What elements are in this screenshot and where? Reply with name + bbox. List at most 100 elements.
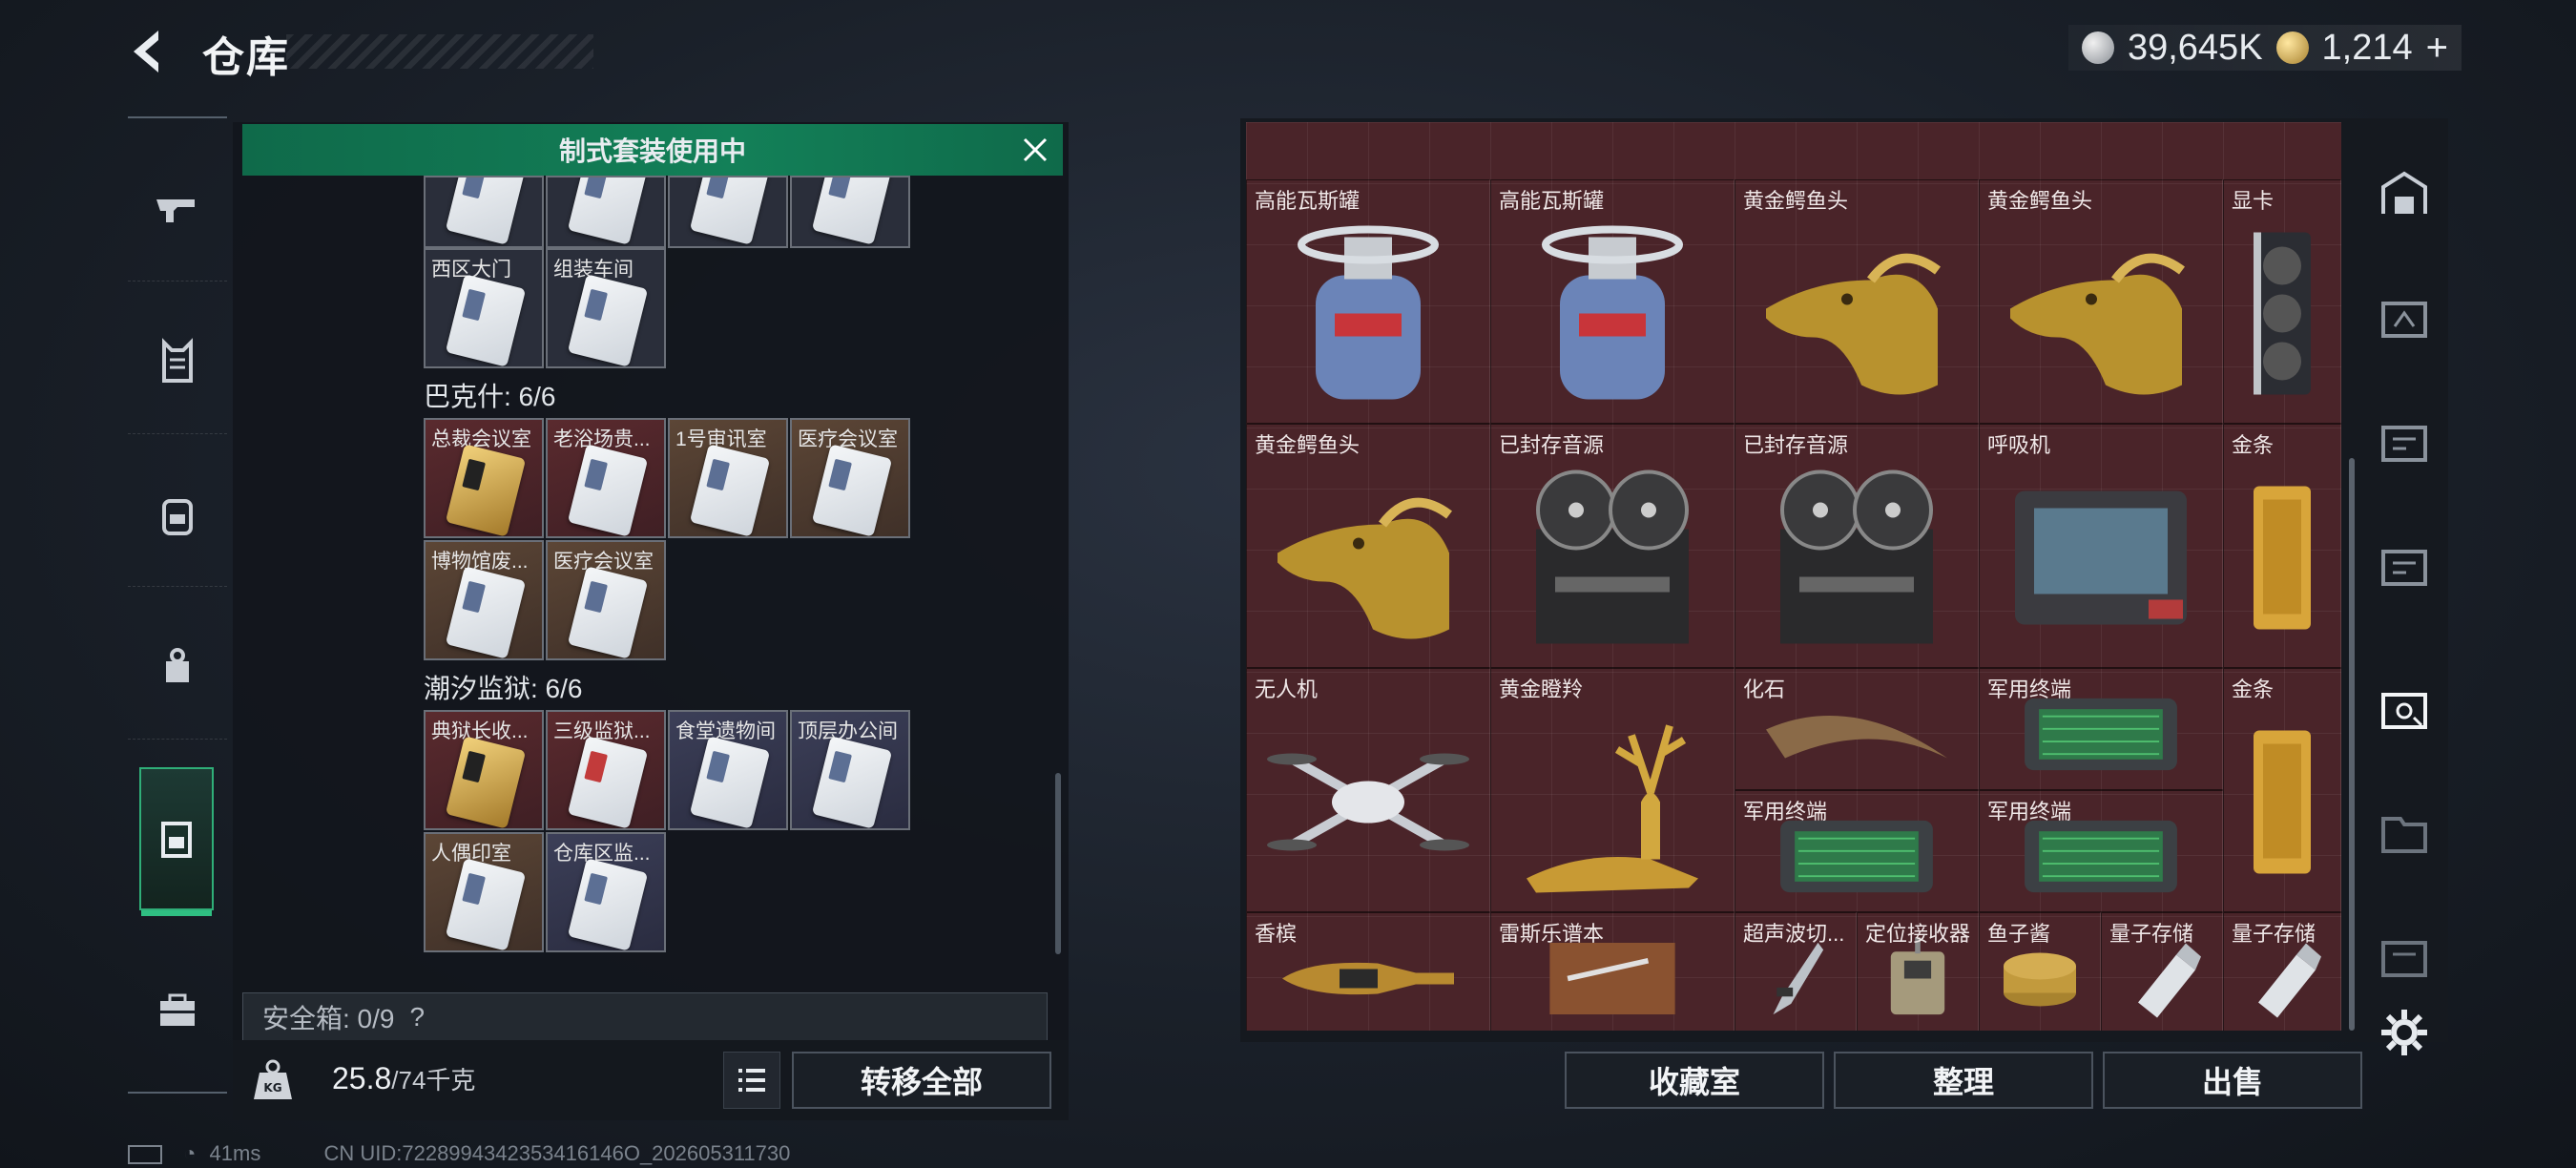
item-name: 高能瓦斯罐 xyxy=(1255,189,1361,213)
briefcase-icon xyxy=(160,993,195,1026)
stash-box-icon xyxy=(2381,550,2427,586)
safe-box-bar[interactable]: 安全箱: 0/9 ? xyxy=(242,992,1048,1042)
nav-armor[interactable] xyxy=(128,290,227,434)
keycard-slot[interactable]: 老浴场贵... xyxy=(546,418,666,538)
stash-tab-5[interactable] xyxy=(2374,802,2435,863)
nav-backpack[interactable] xyxy=(128,443,227,587)
pouch-icon xyxy=(166,648,189,682)
back-arrow-icon[interactable] xyxy=(126,27,174,76)
item-name: 黄金鳄鱼头 xyxy=(1743,189,1849,213)
keycard-slot[interactable]: 医疗会议室 xyxy=(546,540,666,660)
keycard-slot[interactable] xyxy=(546,176,666,248)
stash-item-gas[interactable]: 高能瓦斯罐 xyxy=(1246,179,1490,424)
sell-button[interactable]: 出售 xyxy=(2103,1052,2362,1109)
stash-item-croc[interactable]: 黄金鳄鱼头 xyxy=(1979,179,2223,424)
stash-scrollbar[interactable] xyxy=(2349,458,2355,1031)
stash-tab-home[interactable] xyxy=(2374,162,2435,223)
item-name: 黄金瞪羚 xyxy=(1499,678,1584,701)
organize-button[interactable]: 整理 xyxy=(1834,1052,2093,1109)
keycard-slot[interactable]: 仓库区监... xyxy=(546,832,666,952)
add-currency-button[interactable]: + xyxy=(2426,27,2448,70)
stash-item-gpu[interactable]: 显卡 xyxy=(2223,179,2341,424)
wifi-icon: ◔ xyxy=(183,1141,197,1165)
keycard-icon xyxy=(445,444,527,536)
nav-bag[interactable] xyxy=(128,595,227,740)
stash-item-reel[interactable]: 已封存音源 xyxy=(1490,424,1735,668)
collection-room-button[interactable]: 收藏室 xyxy=(1565,1052,1824,1109)
keycard-slot[interactable]: 医疗会议室 xyxy=(790,418,910,538)
stash-item-goldbar[interactable]: 金条 xyxy=(2223,668,2341,912)
keycard-slot[interactable] xyxy=(424,176,544,248)
weight-current: 25.8 xyxy=(332,1061,392,1095)
item-name: 雷斯乐谱本 xyxy=(1499,922,1605,946)
nav-weapon[interactable] xyxy=(128,137,227,282)
help-icon[interactable]: ? xyxy=(409,1002,425,1032)
close-icon[interactable] xyxy=(1019,134,1051,166)
stash-tab-1[interactable] xyxy=(2374,286,2435,347)
stash-tab-3[interactable] xyxy=(2374,534,2435,595)
keycard-name: 人偶印室 xyxy=(431,843,511,865)
stash-tab-4-active[interactable] xyxy=(2374,678,2435,739)
stash-item-champagne[interactable]: 香槟 xyxy=(1246,912,1490,1031)
list-view-button[interactable] xyxy=(723,1052,780,1109)
stash-item-terminal[interactable]: 军用终端 xyxy=(1979,790,2223,912)
keycard-name: 食堂遗物间 xyxy=(675,720,776,742)
stash-item-caviar[interactable]: 鱼子酱 xyxy=(1979,912,2101,1031)
gear-icon xyxy=(2381,1010,2427,1055)
uid-text: CN UID:7228994342353416146O_202605311730 xyxy=(323,1141,791,1165)
keycard-slot[interactable]: 三级监狱... xyxy=(546,710,666,830)
weight-max: /74千克 xyxy=(391,1066,476,1095)
keycard-slot[interactable]: 组装车间 xyxy=(546,248,666,368)
gun-icon xyxy=(156,199,195,222)
nav-container[interactable] xyxy=(139,767,214,916)
stash-item-usb[interactable]: 量子存储 xyxy=(2223,912,2341,1031)
stash-item-terminal[interactable]: 军用终端 xyxy=(1735,790,1979,912)
stash-item-receiver[interactable]: 定位接收器 xyxy=(1857,912,1979,1031)
stash-item-knife[interactable]: 超声波切... xyxy=(1735,912,1857,1031)
keycard-slot[interactable]: 典狱长收... xyxy=(424,710,544,830)
stash-item-fossil[interactable]: 化石 xyxy=(1735,668,1979,790)
keycard-slot[interactable]: 博物馆废... xyxy=(424,540,544,660)
set-in-use-banner: 制式套装使用中 xyxy=(242,124,1063,176)
nav-toolbox[interactable] xyxy=(128,939,227,1082)
stash-tab-6[interactable] xyxy=(2374,926,2435,987)
ping-value: 41ms xyxy=(209,1141,261,1165)
settings-button[interactable] xyxy=(2374,1002,2435,1063)
croc-icon xyxy=(1756,223,1957,409)
keycard-slot[interactable] xyxy=(668,176,788,248)
keycard-slot[interactable]: 西区大门 xyxy=(424,248,544,368)
keycard-name: 博物馆废... xyxy=(431,551,529,573)
silver-coin-icon xyxy=(2081,31,2114,64)
keycard-slot[interactable] xyxy=(790,176,910,248)
item-name: 呼吸机 xyxy=(1987,433,2051,457)
keycard-slot[interactable]: 食堂遗物间 xyxy=(668,710,788,830)
item-name: 金条 xyxy=(2232,678,2275,701)
keycard-name: 西区大门 xyxy=(431,259,511,281)
keycard-slot[interactable]: 顶层办公间 xyxy=(790,710,910,830)
stash-item-drone[interactable]: 无人机 xyxy=(1246,668,1490,912)
vent-icon xyxy=(2005,482,2196,639)
stash-item-usb[interactable]: 量子存储 xyxy=(2101,912,2223,1031)
keycard-slot[interactable]: 总裁会议室 xyxy=(424,418,544,538)
stash-item-croc[interactable]: 黄金鳄鱼头 xyxy=(1246,424,1490,668)
stash-item-gas[interactable]: 高能瓦斯罐 xyxy=(1490,179,1735,424)
stash-item-deer[interactable]: 黄金瞪羚 xyxy=(1490,668,1735,912)
stash-item-terminal[interactable]: 军用终端 xyxy=(1979,668,2223,790)
caviar-icon xyxy=(1997,945,2083,1016)
stash-item-reel[interactable]: 已封存音源 xyxy=(1735,424,1979,668)
transfer-all-button[interactable]: 转移全部 xyxy=(792,1052,1051,1109)
keycard-slot[interactable]: 1号审讯室 xyxy=(668,418,788,538)
keycard-icon xyxy=(567,858,649,950)
item-name: 显卡 xyxy=(2232,189,2275,213)
stash-item-book[interactable]: 雷斯乐谱本 xyxy=(1490,912,1735,1031)
item-name: 量子存储 xyxy=(2232,922,2316,946)
stash-item-goldbar[interactable]: 金条 xyxy=(2223,424,2341,668)
left-scrollbar[interactable] xyxy=(1055,773,1061,954)
keycard-icon xyxy=(567,444,649,536)
stash-item-vent[interactable]: 呼吸机 xyxy=(1979,424,2223,668)
stash-item-croc[interactable]: 黄金鳄鱼头 xyxy=(1735,179,1979,424)
keycard-icon xyxy=(445,274,527,366)
group-title: 巴克什: 6/6 xyxy=(424,382,556,411)
keycard-slot[interactable]: 人偶印室 xyxy=(424,832,544,952)
stash-tab-2[interactable] xyxy=(2374,410,2435,471)
